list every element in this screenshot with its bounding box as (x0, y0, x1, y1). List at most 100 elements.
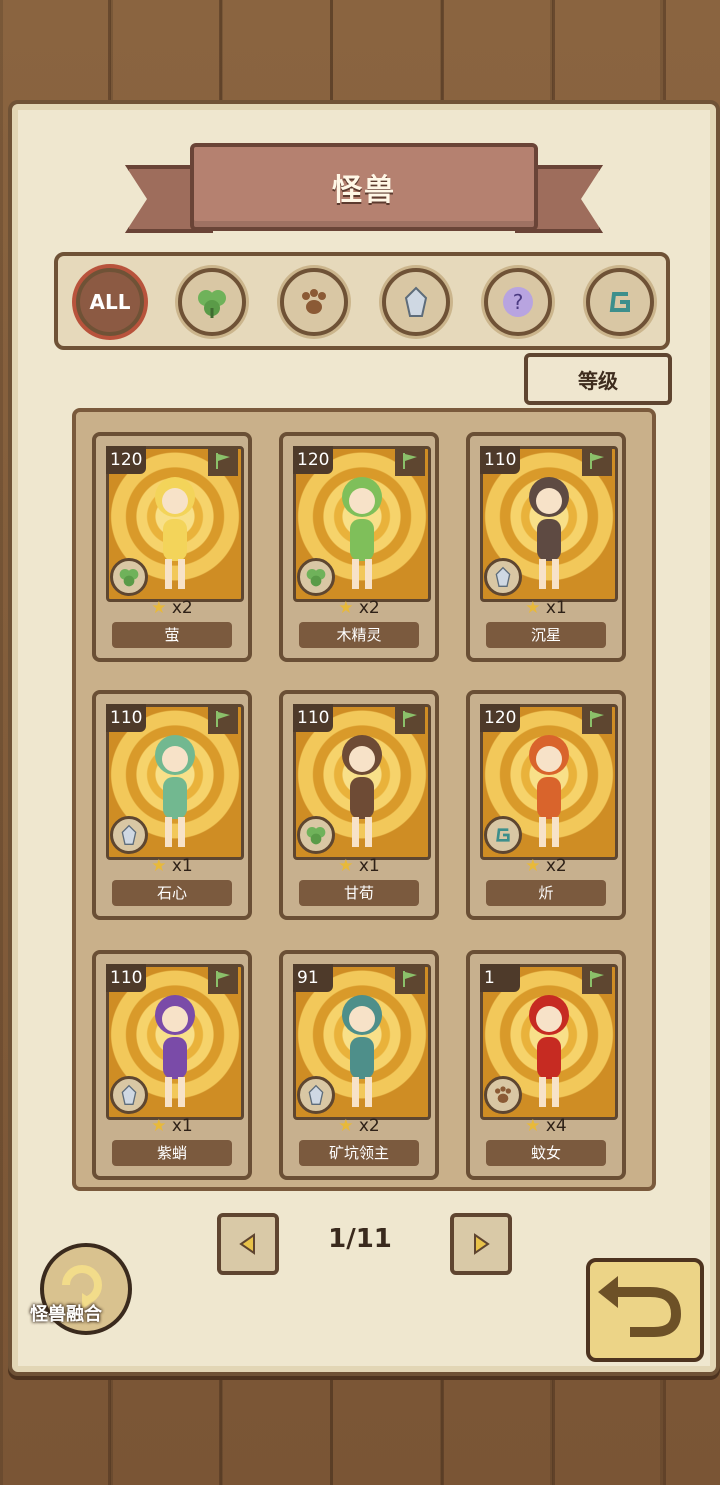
monster-card[interactable]: 110 ★ x1 甘荀 (279, 690, 439, 920)
flag-icon (395, 446, 425, 476)
crystal-icon (110, 1076, 148, 1114)
star-icon: ★ (338, 598, 354, 618)
monster-figure (342, 477, 382, 589)
star-icon: ★ (525, 856, 541, 876)
monster-name: 沉星 (486, 622, 606, 648)
monster-count-value: x1 (171, 856, 193, 876)
filter-bar: ALL ? (54, 252, 670, 350)
crystal-icon (484, 558, 522, 596)
monster-level: 1 (480, 964, 520, 992)
monster-name: 萤 (112, 622, 232, 648)
paw-icon (302, 289, 326, 314)
monster-card[interactable]: 110 ★ x1 沉星 (466, 432, 626, 662)
flag-icon (208, 704, 238, 734)
monster-card[interactable]: 110 ★ x1 石心 (92, 690, 252, 920)
monster-count-value: x2 (358, 598, 380, 618)
star-icon: ★ (151, 856, 167, 876)
flag-icon (582, 964, 612, 994)
leaf-clover-icon (297, 558, 335, 596)
monster-card[interactable]: 120 ★ x2 木精灵 (279, 432, 439, 662)
star-icon: ★ (525, 598, 541, 618)
flag-icon (208, 446, 238, 476)
return-arrow-icon (598, 1276, 682, 1337)
monster-count: ★ x2 (283, 1116, 435, 1136)
monster-count-value: x2 (545, 856, 567, 876)
monster-count-value: x1 (358, 856, 380, 876)
monster-count: ★ x1 (470, 598, 622, 618)
monster-card[interactable]: 120 ★ x2 萤 (92, 432, 252, 662)
sort-level-button[interactable]: 等级 (524, 353, 672, 405)
monster-level: 110 (106, 964, 147, 992)
monster-figure (155, 477, 195, 589)
flag-icon (582, 704, 612, 734)
crystal-icon (297, 1076, 335, 1114)
monster-name: 矿坑领主 (299, 1140, 419, 1166)
arrow-left-icon (239, 1233, 255, 1255)
swirl-rune-icon (609, 292, 630, 312)
monster-count-value: x2 (358, 1116, 380, 1136)
monster-level: 91 (293, 964, 333, 992)
monster-figure (155, 995, 195, 1107)
star-icon: ★ (525, 1116, 541, 1136)
filter-all-button[interactable]: ALL (76, 268, 144, 336)
monster-level: 120 (293, 446, 334, 474)
monster-level: 110 (106, 704, 147, 732)
monster-figure (529, 995, 569, 1107)
back-button[interactable] (586, 1258, 704, 1362)
filter-unknown-button[interactable]: ? (484, 268, 552, 336)
page-title: 怪兽 (332, 173, 396, 208)
svg-text:?: ? (513, 290, 524, 314)
monster-figure (342, 735, 382, 847)
star-icon: ★ (338, 856, 354, 876)
monster-level: 110 (480, 446, 521, 474)
star-icon: ★ (338, 1116, 354, 1136)
monster-count-value: x2 (171, 598, 193, 618)
monster-card[interactable]: 1 ★ x4 蚊女 (466, 950, 626, 1180)
title-banner: 怪兽 (190, 143, 538, 231)
star-icon: ★ (151, 598, 167, 618)
next-page-button[interactable] (450, 1213, 512, 1275)
monster-level: 120 (480, 704, 521, 732)
crystal-icon (110, 816, 148, 854)
monster-count: ★ x1 (96, 1116, 248, 1136)
leaf-clover-icon (198, 290, 226, 318)
filter-plant-button[interactable] (178, 268, 246, 336)
filter-beast-button[interactable] (280, 268, 348, 336)
prev-page-button[interactable] (217, 1213, 279, 1275)
monster-count: ★ x1 (283, 856, 435, 876)
monster-card[interactable]: 110 ★ x1 紫蛸 (92, 950, 252, 1180)
monster-count: ★ x4 (470, 1116, 622, 1136)
flag-icon (208, 964, 238, 994)
monster-name: 蚊女 (486, 1140, 606, 1166)
crystal-icon (404, 286, 428, 317)
monster-figure (155, 735, 195, 847)
monster-card[interactable]: 91 ★ x2 矿坑领主 (279, 950, 439, 1180)
monster-level: 110 (293, 704, 334, 732)
question-mark-icon: ? (503, 287, 533, 317)
monster-count: ★ x2 (470, 856, 622, 876)
monster-name: 石心 (112, 880, 232, 906)
flag-icon (395, 964, 425, 994)
monster-card[interactable]: 120 ★ x2 炘 (466, 690, 626, 920)
filter-rune-button[interactable] (586, 268, 654, 336)
monster-name: 甘荀 (299, 880, 419, 906)
sort-level-label: 等级 (578, 368, 618, 393)
star-icon: ★ (151, 1116, 167, 1136)
arrow-right-icon (474, 1233, 490, 1255)
monster-count-value: x1 (545, 598, 567, 618)
monster-fusion-label: 怪兽融合 (30, 1304, 102, 1325)
monster-figure (529, 735, 569, 847)
monster-figure (342, 995, 382, 1107)
page-indicator: 1/11 (328, 1224, 392, 1254)
monster-count: ★ x2 (283, 598, 435, 618)
filter-mineral-button[interactable] (382, 268, 450, 336)
leaf-clover-icon (297, 816, 335, 854)
monster-count: ★ x2 (96, 598, 248, 618)
monster-name: 紫蛸 (112, 1140, 232, 1166)
monster-name: 木精灵 (299, 622, 419, 648)
leaf-clover-icon (110, 558, 148, 596)
monster-count-value: x1 (171, 1116, 193, 1136)
monster-level: 120 (106, 446, 147, 474)
flag-icon (582, 446, 612, 476)
monster-figure (529, 477, 569, 589)
